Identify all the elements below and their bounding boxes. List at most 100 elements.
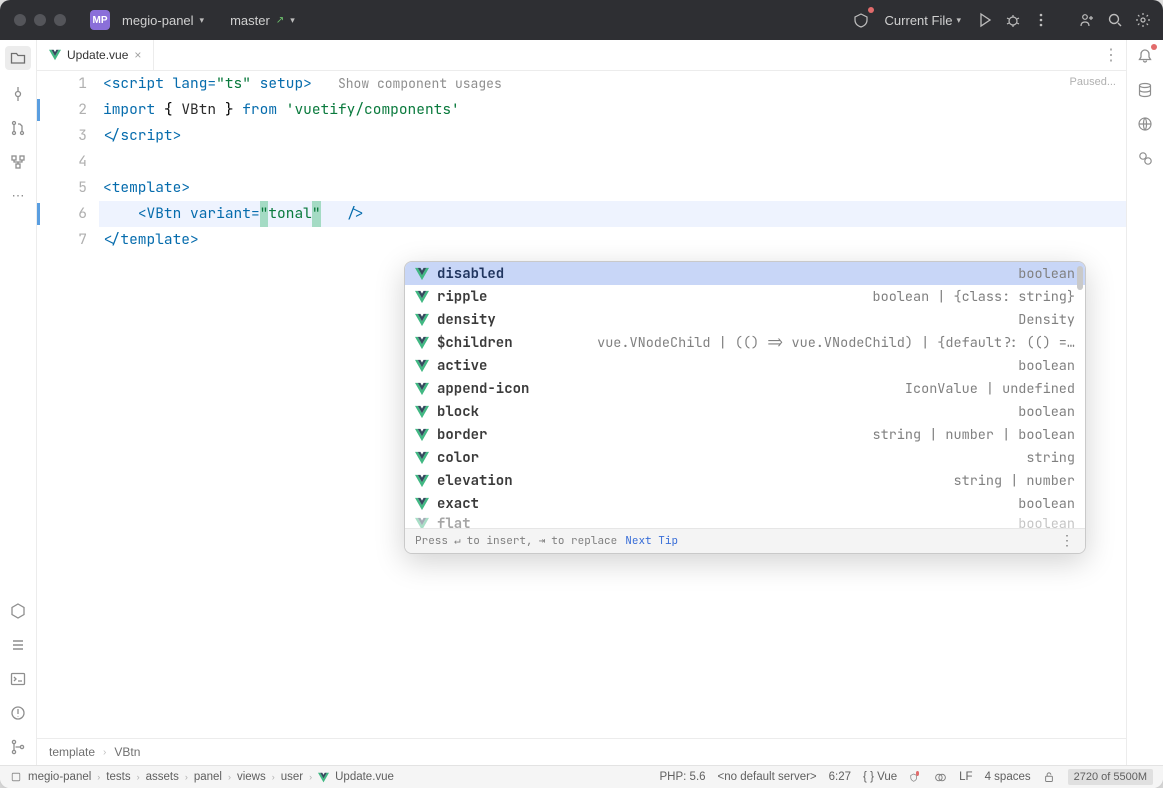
- traffic-minimize[interactable]: [34, 14, 46, 26]
- traffic-zoom[interactable]: [54, 14, 66, 26]
- remote-host-tool-button[interactable]: [1135, 114, 1155, 134]
- terminal-tool-button[interactable]: [8, 669, 28, 689]
- database-icon: [1137, 82, 1153, 98]
- status-inspections[interactable]: [909, 771, 922, 784]
- completion-list[interactable]: disabledbooleanrippleboolean | {class: s…: [405, 262, 1085, 528]
- code-line[interactable]: </template>: [99, 227, 1126, 253]
- completion-item[interactable]: activeboolean: [405, 354, 1085, 377]
- project-tool-button[interactable]: [5, 46, 31, 70]
- person-plus-icon: [1079, 12, 1095, 28]
- code-line[interactable]: </script>: [99, 123, 1126, 149]
- database-tool-button[interactable]: [1135, 80, 1155, 100]
- services-tool-button[interactable]: [8, 601, 28, 621]
- app-window: MP megio-panel ▾ master ↗ ▾ Current File…: [0, 0, 1163, 788]
- popup-more-button[interactable]: ⋮: [1060, 528, 1075, 554]
- code-with-me[interactable]: [1073, 6, 1101, 34]
- tab-close-button[interactable]: ×: [134, 48, 141, 62]
- next-tip-link[interactable]: Next Tip: [625, 528, 678, 554]
- more-actions[interactable]: [1027, 6, 1055, 34]
- globe-chip-icon: [1137, 116, 1153, 132]
- run-button[interactable]: [971, 6, 999, 34]
- completion-item[interactable]: blockboolean: [405, 400, 1085, 423]
- search-icon: [1107, 12, 1123, 28]
- vue-prop-icon: [415, 382, 429, 396]
- pull-request-icon: [10, 120, 26, 136]
- gutter-line[interactable]: 2: [37, 97, 87, 123]
- nav-seg[interactable]: panel: [194, 771, 222, 783]
- status-coverage[interactable]: [934, 771, 947, 784]
- code-line[interactable]: [99, 149, 1126, 175]
- nav-seg[interactable]: views: [237, 771, 266, 783]
- completion-item[interactable]: disabledboolean: [405, 262, 1085, 285]
- todo-tool-button[interactable]: [8, 635, 28, 655]
- completion-item[interactable]: rippleboolean | {class: string}: [405, 285, 1085, 308]
- status-memory[interactable]: 2720 of 5500M: [1068, 769, 1153, 785]
- status-lang[interactable]: { } Vue: [863, 771, 897, 783]
- main-body: ⋯ Update.vue: [0, 40, 1163, 765]
- git-icon: [10, 739, 26, 755]
- status-indent[interactable]: 4 spaces: [985, 771, 1031, 783]
- settings-button[interactable]: [1129, 6, 1157, 34]
- breadcrumb-item[interactable]: VBtn: [114, 745, 140, 759]
- popup-scrollbar[interactable]: [1077, 266, 1083, 290]
- navigation-bar[interactable]: megio-panel ›tests ›assets ›panel ›views…: [10, 771, 394, 783]
- debug-button[interactable]: [999, 6, 1027, 34]
- git-branch-widget[interactable]: master ↗ ▾: [214, 0, 305, 40]
- breadcrumb-item[interactable]: template: [49, 745, 95, 759]
- problems-tool-button[interactable]: [8, 703, 28, 723]
- status-caret[interactable]: 6:27: [829, 771, 851, 783]
- status-php[interactable]: PHP: 5.6: [660, 771, 706, 783]
- project-selector[interactable]: MP megio-panel ▾: [80, 0, 214, 40]
- editor-tab-update-vue[interactable]: Update.vue ×: [37, 40, 154, 70]
- pull-requests-tool-button[interactable]: [8, 118, 28, 138]
- vue-prop-icon: [415, 336, 429, 350]
- code-lines[interactable]: <script lang="ts" setup> Show component …: [99, 71, 1126, 738]
- status-readonly[interactable]: [1043, 771, 1056, 784]
- completion-item[interactable]: colorstring: [405, 446, 1085, 469]
- notifications-button[interactable]: [1135, 46, 1155, 66]
- structure-tool-button[interactable]: [8, 152, 28, 172]
- status-line-separator[interactable]: LF: [959, 771, 972, 783]
- vcs-tool-button[interactable]: [8, 737, 28, 757]
- tab-key-hint: ⇥: [537, 528, 548, 554]
- inspections-widget[interactable]: [847, 6, 875, 34]
- window-controls: [0, 14, 80, 26]
- completion-item[interactable]: densityDensity: [405, 308, 1085, 331]
- editor-tabs-more[interactable]: ⋮: [1096, 40, 1126, 70]
- commit-tool-button[interactable]: [8, 84, 28, 104]
- nav-file[interactable]: Update.vue: [335, 771, 394, 783]
- completion-item[interactable]: elevationstring | number: [405, 469, 1085, 492]
- gutter-line[interactable]: 1: [37, 71, 87, 97]
- nav-seg[interactable]: tests: [106, 771, 130, 783]
- gutter-line[interactable]: 4: [37, 149, 87, 175]
- vue-file-icon: [49, 49, 61, 61]
- chevron-down-icon: ▾: [200, 15, 205, 26]
- gutter-line[interactable]: 5: [37, 175, 87, 201]
- gutter-line[interactable]: 7: [37, 227, 87, 253]
- project-badge: MP: [90, 10, 110, 30]
- run-configuration[interactable]: Current File ▾: [875, 13, 971, 28]
- completion-item[interactable]: $childrenvue.VNodeChild | (() => vue.VNo…: [405, 331, 1085, 354]
- inlay-hint-usages[interactable]: Show component usages: [338, 75, 502, 92]
- completion-item[interactable]: exactboolean: [405, 492, 1085, 515]
- nav-seg[interactable]: user: [281, 771, 303, 783]
- more-tool-windows[interactable]: ⋯: [8, 186, 28, 206]
- code-line[interactable]: <template>: [99, 175, 1126, 201]
- nav-seg[interactable]: assets: [146, 771, 179, 783]
- completion-item[interactable]: flatboolean: [405, 515, 1085, 528]
- search-everywhere[interactable]: [1101, 6, 1129, 34]
- vue-prop-icon: [415, 474, 429, 488]
- code-line[interactable]: <script lang="ts" setup> Show component …: [99, 71, 1126, 97]
- traffic-close[interactable]: [14, 14, 26, 26]
- code-line[interactable]: <VBtn variant="tonal" />: [99, 201, 1126, 227]
- status-server[interactable]: <no default server>: [718, 771, 817, 783]
- folder-icon: [10, 50, 26, 66]
- completion-item[interactable]: borderstring | number | boolean: [405, 423, 1085, 446]
- completion-item[interactable]: append-iconIconValue | undefined: [405, 377, 1085, 400]
- gutter-line[interactable]: 6: [37, 201, 87, 227]
- gutter-line[interactable]: 3: [37, 123, 87, 149]
- code-line[interactable]: import { VBtn } from 'vuetify/components…: [99, 97, 1126, 123]
- nav-project[interactable]: megio-panel: [28, 771, 91, 783]
- ai-assistant-tool-button[interactable]: [1135, 148, 1155, 168]
- code-editor[interactable]: Paused... 1 2 3 4 5 6 7 <script lang="ts…: [37, 71, 1126, 738]
